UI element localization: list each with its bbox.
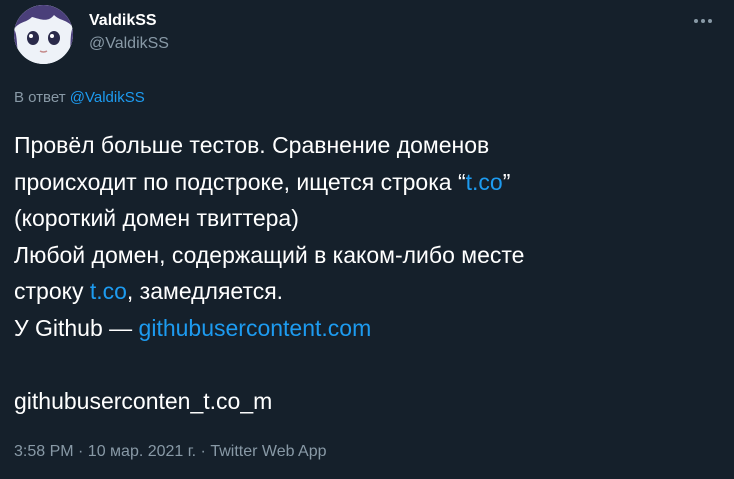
tweet-line-1: Провёл больше тестов. Сравнение доменов bbox=[14, 132, 490, 158]
tweet-text-segment: ” bbox=[502, 168, 511, 195]
tweet-line-8: githubuserconten_t.co_m bbox=[14, 387, 273, 414]
tco-link[interactable]: t.co bbox=[466, 169, 503, 195]
author-handle[interactable]: @ValdikSS bbox=[89, 35, 169, 53]
tweet-text-segment: происходит по подстроке, ищется строка “ bbox=[14, 168, 466, 195]
tco-link[interactable]: t.co bbox=[90, 278, 127, 304]
more-horizontal-icon-dot bbox=[701, 19, 705, 23]
tweet-line-4: Любой домен, содержащий в каком-либо мес… bbox=[14, 241, 525, 268]
tweet-line-6: У Github — githubusercontent.com bbox=[14, 310, 714, 347]
avatar[interactable] bbox=[14, 5, 73, 64]
tweet-text-segment: , замедляется. bbox=[126, 278, 284, 304]
tweet-timestamp[interactable]: 3:58 PM · 10 мар. 2021 г. · Twitter Web … bbox=[14, 443, 327, 461]
tweet-line-5: строку t.co, замедляется. bbox=[14, 273, 714, 310]
avatar-image bbox=[14, 5, 73, 64]
more-horizontal-icon-dot bbox=[708, 19, 712, 23]
tweet-line-2: происходит по подстроке, ищется строка “… bbox=[14, 164, 714, 201]
tweet-text-segment: У Github — bbox=[14, 314, 139, 341]
reply-context: В ответ @ValdikSS bbox=[14, 89, 145, 106]
githubusercontent-link[interactable]: githubusercontent.com bbox=[139, 315, 372, 341]
more-horizontal-icon bbox=[694, 19, 698, 23]
reply-mention-link[interactable]: @ValdikSS bbox=[70, 89, 145, 106]
author-name[interactable]: ValdikSS bbox=[89, 12, 157, 30]
more-options-button[interactable] bbox=[686, 9, 720, 33]
tweet-text-segment: строку bbox=[14, 278, 90, 304]
tweet-line-3: (короткий домен твиттера) bbox=[14, 205, 299, 231]
reply-prefix: В ответ bbox=[14, 89, 66, 106]
tweet-text: Провёл больше тестов. Сравнение доменов … bbox=[14, 127, 714, 419]
